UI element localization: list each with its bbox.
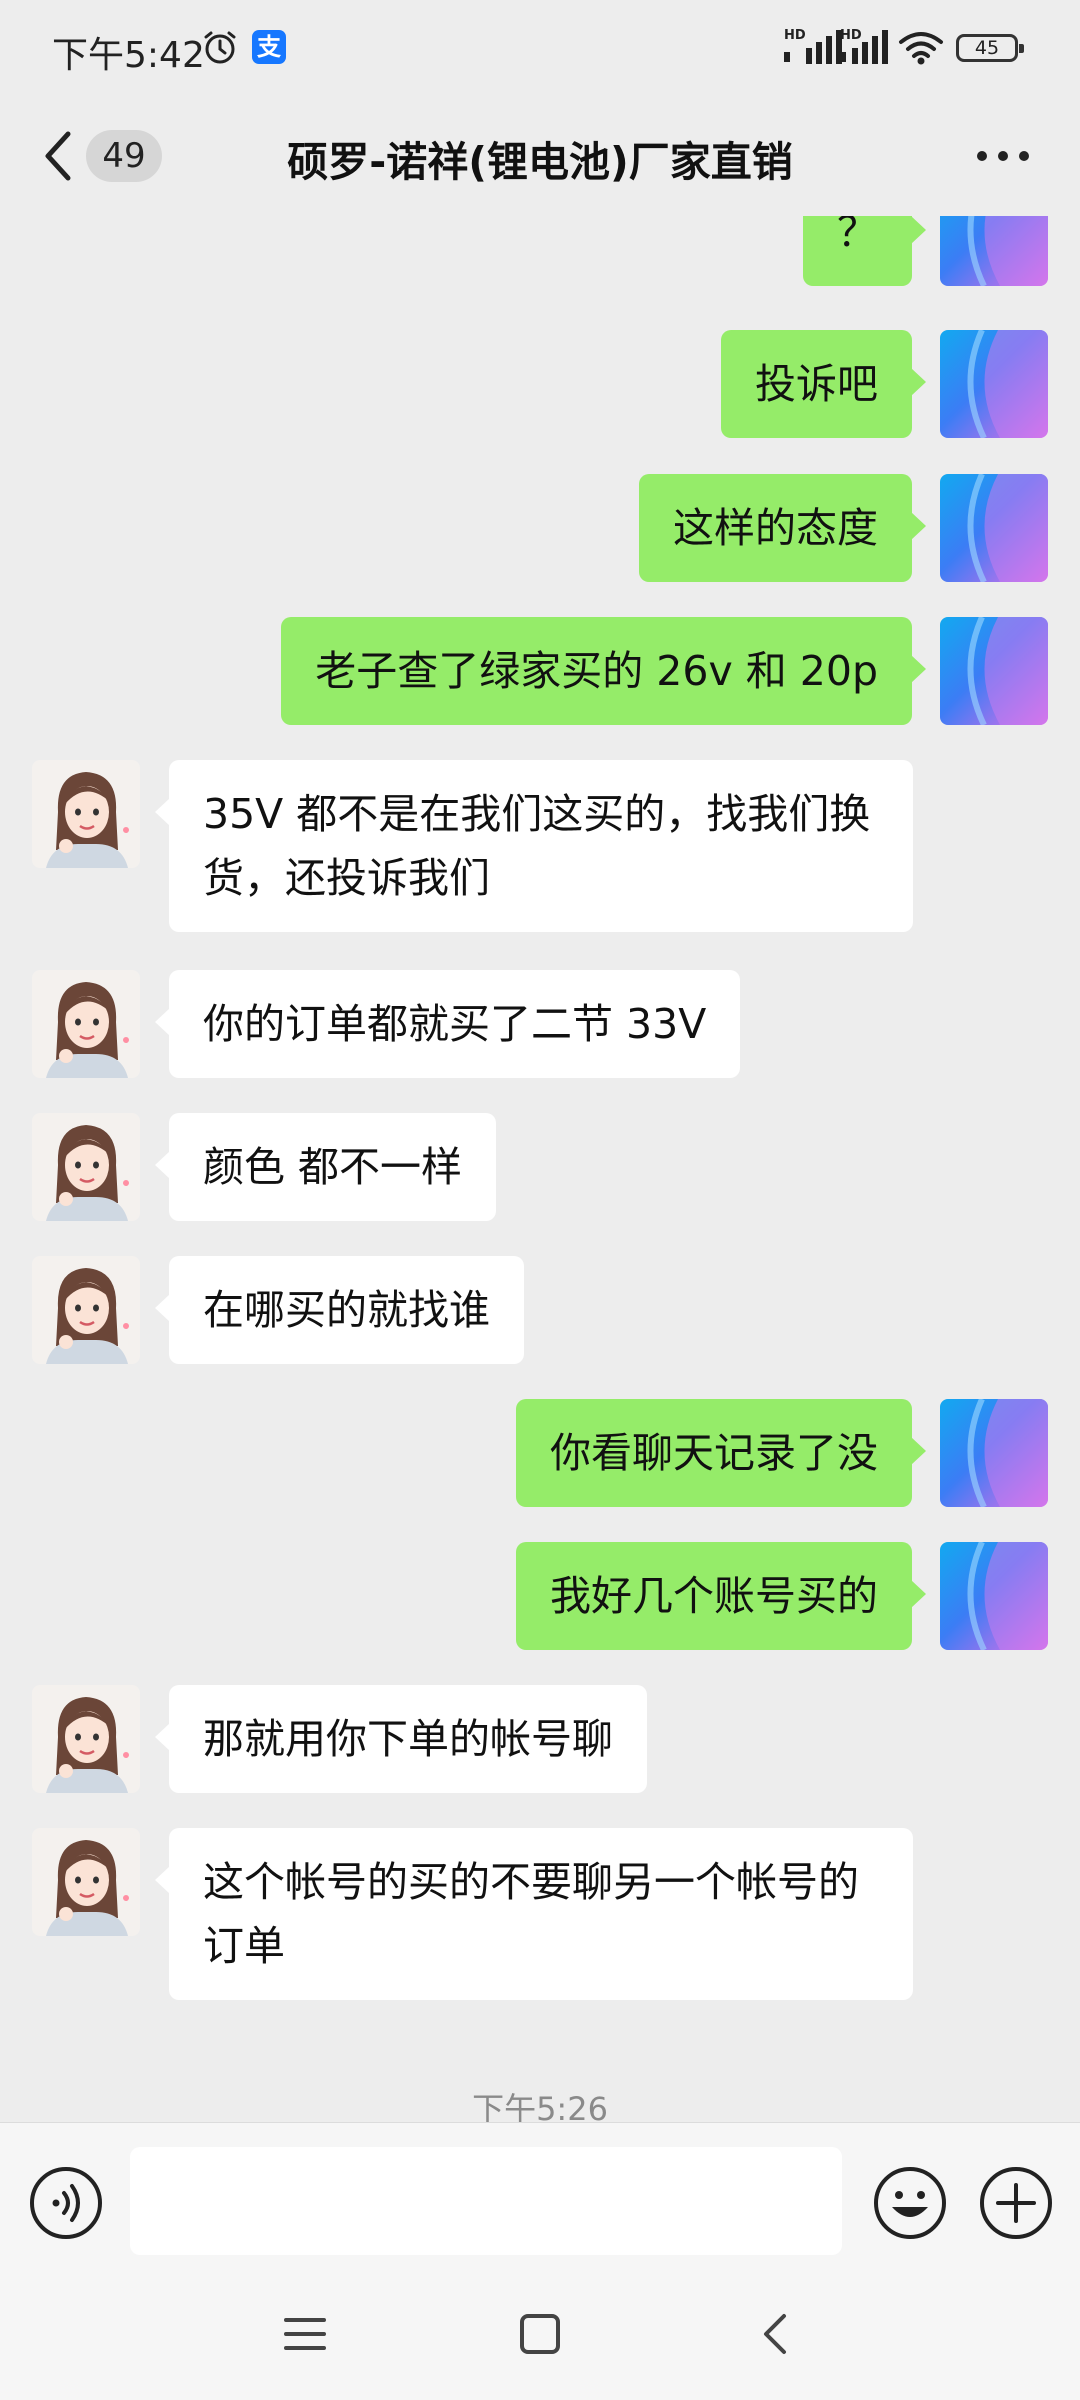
message-bubble[interactable]: 你的订单都就买了二节 33V <box>154 970 741 1078</box>
message-bubble[interactable]: 35V 都不是在我们这买的，找我们换货，还投诉我们 <box>155 760 913 932</box>
message-bubble[interactable]: 投诉吧 <box>721 330 926 438</box>
battery-tip <box>1019 44 1024 53</box>
my-avatar[interactable] <box>940 474 1048 582</box>
message-bubble[interactable]: 颜色 都不一样 <box>154 1113 497 1221</box>
my-avatar[interactable] <box>940 1542 1048 1650</box>
message-bubble[interactable]: 老子查了绿家买的 26v 和 20p <box>281 617 926 725</box>
status-time: 下午5:42 <box>52 35 205 76</box>
status-bar: 下午5:42 支 HD HD 45 <box>0 0 1080 96</box>
cell-signal-2-icon: HD <box>840 28 904 66</box>
message-bubble[interactable]: 你看聊天记录了没 <box>516 1399 926 1507</box>
contact-avatar[interactable] <box>32 760 140 868</box>
voice-input-icon[interactable] <box>28 2165 104 2241</box>
my-avatar[interactable] <box>940 330 1048 438</box>
message-input-bar <box>0 2122 1080 2283</box>
add-attachment-icon[interactable] <box>978 2165 1054 2241</box>
recent-apps-icon[interactable] <box>282 2314 328 2354</box>
system-back-icon[interactable] <box>760 2310 790 2358</box>
battery-level: 45 <box>974 37 1000 59</box>
wifi-icon <box>899 32 943 65</box>
emoji-icon[interactable] <box>872 2165 948 2241</box>
message-bubble[interactable]: 这个帐号的买的不要聊另一个帐号的订单 <box>155 1828 913 2000</box>
contact-avatar[interactable] <box>32 1828 140 1936</box>
my-avatar[interactable] <box>940 617 1048 725</box>
cell-signal-1-icon: HD <box>784 28 848 66</box>
contact-avatar[interactable] <box>32 1256 140 1364</box>
contact-avatar[interactable] <box>32 1685 140 1793</box>
message-bubble[interactable]: 我好几个账号买的 <box>516 1542 926 1650</box>
battery-indicator: 45 <box>956 34 1024 62</box>
message-text-input[interactable] <box>130 2147 842 2255</box>
alarm-clock-icon <box>204 31 236 64</box>
chat-header: 49 硕罗-诺祥(锂电池)厂家直销 <box>0 96 1080 216</box>
alipay-notification-icon: 支 <box>252 30 286 64</box>
unread-count-badge[interactable]: 49 <box>86 130 162 182</box>
my-avatar[interactable] <box>940 1399 1048 1507</box>
back-arrow-icon[interactable] <box>40 128 74 184</box>
my-avatar[interactable] <box>940 216 1048 286</box>
message-bubble[interactable]: 这样的态度 <box>639 474 926 582</box>
home-icon[interactable] <box>518 2312 562 2356</box>
message-bubble[interactable]: ？ <box>803 216 926 286</box>
contact-avatar[interactable] <box>32 970 140 1078</box>
message-timestamp: 下午5:26 <box>472 2090 608 2122</box>
more-options-icon[interactable] <box>976 150 1030 162</box>
chat-title: 硕罗-诺祥(锂电池)厂家直销 <box>287 138 793 186</box>
system-navigation-bar <box>0 2282 1080 2400</box>
message-list[interactable]: ？ 投诉吧 这样的态度 老子查了绿家买的 26v 和 20p 35V 都不是在我… <box>0 216 1080 2122</box>
message-bubble[interactable]: 在哪买的就找谁 <box>155 1256 524 1364</box>
contact-avatar[interactable] <box>32 1113 140 1221</box>
message-bubble[interactable]: 那就用你下单的帐号聊 <box>155 1685 647 1793</box>
